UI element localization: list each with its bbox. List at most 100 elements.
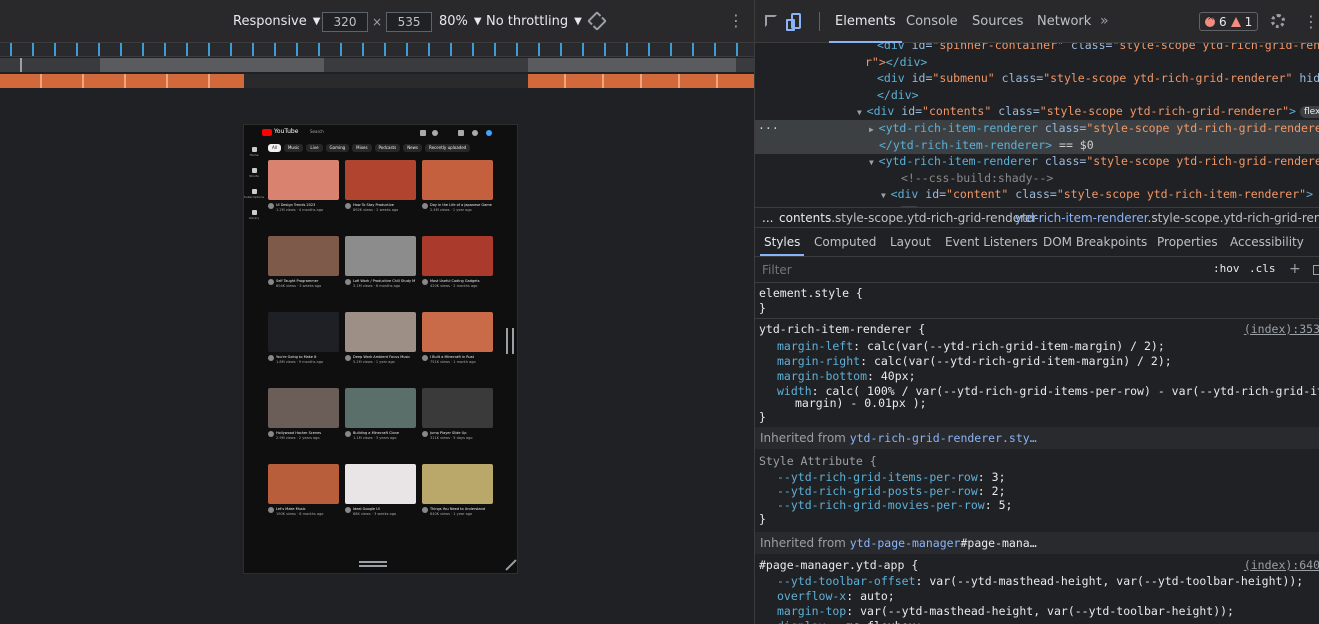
rotate-icon[interactable]: [587, 11, 607, 31]
video-thumbnail[interactable]: [345, 236, 416, 276]
rule-selector[interactable]: ytd-rich-item-renderer {: [759, 322, 1316, 336]
zoom-dropdown[interactable]: 80% ▼: [439, 14, 482, 29]
source-link[interactable]: (index):353: [1244, 322, 1319, 336]
video-thumbnail[interactable]: [268, 236, 339, 276]
breadcrumb-item-contents[interactable]: contents.style-scope.ytd-rich-grid-rende…: [779, 208, 1037, 227]
chip[interactable]: Gaming: [325, 144, 350, 152]
chip[interactable]: Music: [283, 144, 304, 152]
video-thumbnail[interactable]: [422, 160, 493, 200]
expand-arrow-icon[interactable]: ▶: [869, 125, 879, 134]
video-thumbnail[interactable]: [268, 388, 339, 428]
tab-layout[interactable]: Layout: [890, 228, 931, 256]
channel-avatar[interactable]: [422, 431, 428, 437]
css-declaration[interactable]: overflow-x: auto;: [777, 589, 895, 603]
throttling-dropdown[interactable]: No throttling ▼: [486, 14, 582, 29]
create-icon[interactable]: [458, 130, 464, 136]
filter-input[interactable]: [757, 260, 1202, 280]
tab-console[interactable]: Console: [906, 0, 958, 43]
height-input[interactable]: 535: [386, 12, 433, 32]
toggle-sidebar-icon[interactable]: [1313, 265, 1319, 275]
source-link[interactable]: (index):640: [1244, 558, 1319, 572]
css-declaration[interactable]: margin-left: calc(var(--ytd-rich-grid-it…: [777, 339, 1165, 353]
mic-icon[interactable]: [432, 130, 438, 136]
channel-avatar[interactable]: [268, 279, 274, 285]
hov-toggle[interactable]: :hov: [1213, 262, 1240, 275]
dom-node[interactable]: <div id="submenu" class="style-scope ytd…: [755, 70, 1319, 87]
new-rule-icon[interactable]: +: [1289, 261, 1301, 277]
ellipsis-menu[interactable]: ···: [758, 120, 779, 137]
video-card[interactable]: Most Useful Coding Gadgets 420K views · 2…: [422, 236, 493, 304]
video-thumbnail[interactable]: [422, 312, 493, 352]
breadcrumb-item-rich-item[interactable]: ytd-rich-item-renderer.style-scope.ytd-r…: [1015, 208, 1319, 227]
video-card[interactable]: You're Going to Make It 1.8M views · 9 mo…: [268, 312, 339, 380]
chip[interactable]: All: [268, 144, 281, 152]
device-toolbar-toggle-icon[interactable]: [786, 13, 801, 31]
video-card[interactable]: UI Design Trends 2023 1.2M views · 4 mont…: [268, 160, 339, 228]
channel-avatar[interactable]: [268, 355, 274, 361]
video-thumbnail[interactable]: [345, 312, 416, 352]
tab-elements[interactable]: Elements: [829, 0, 902, 43]
avatar[interactable]: [486, 130, 492, 136]
tab-accessibility[interactable]: Accessibility: [1230, 228, 1304, 256]
channel-avatar[interactable]: [345, 203, 351, 209]
mini-guide-item[interactable]: Home: [247, 145, 261, 163]
inspect-element-icon[interactable]: [765, 15, 777, 27]
tab-sources[interactable]: Sources: [972, 0, 1023, 43]
media-query-bar-min-max[interactable]: [0, 74, 754, 88]
video-thumbnail[interactable]: [422, 464, 493, 504]
channel-avatar[interactable]: [422, 355, 428, 361]
chip[interactable]: Podcasts: [374, 144, 401, 152]
media-query-bar-max-width[interactable]: [0, 43, 754, 57]
css-declaration[interactable]: --ytd-rich-grid-posts-per-row: 2;: [777, 484, 1006, 498]
video-card[interactable]: Hollywood Hacker Scenes 2.9M views · 2 ye…: [268, 388, 339, 456]
more-tabs-icon[interactable]: »: [1100, 0, 1109, 43]
dom-node[interactable]: <div id="spinner-container" class="style…: [755, 43, 1319, 54]
video-thumbnail[interactable]: [345, 388, 416, 428]
tab-network[interactable]: Network: [1037, 0, 1091, 43]
video-card[interactable]: Deep Work Ambient Focus Music 5.2M views …: [345, 312, 416, 380]
chip[interactable]: Live: [306, 144, 323, 152]
channel-avatar[interactable]: [268, 507, 274, 513]
video-thumbnail[interactable]: [422, 388, 493, 428]
breadcrumb-overflow[interactable]: ...: [762, 208, 773, 227]
tab-event-listeners[interactable]: Event Listeners: [945, 228, 1038, 256]
resize-handle-right[interactable]: [506, 328, 514, 354]
video-card[interactable]: Building a Minecraft Clone 1.1M views · 3…: [345, 388, 416, 456]
channel-avatar[interactable]: [422, 203, 428, 209]
tab-styles[interactable]: Styles: [759, 228, 805, 256]
dom-node[interactable]: ··· ▶ <ytd-rich-item-renderer class="styl…: [755, 120, 1319, 137]
expand-arrow-icon[interactable]: ▼: [881, 191, 891, 200]
dom-node[interactable]: ▼ <div id="content" class="style-scope y…: [755, 186, 1319, 203]
device-mode-dropdown[interactable]: Responsive ▼: [233, 14, 320, 29]
channel-avatar[interactable]: [268, 431, 274, 437]
tab-dom-breakpoints[interactable]: DOM Breakpoints: [1043, 228, 1147, 256]
video-card[interactable]: Jump Player Slide Up 311K views · 5 days …: [422, 388, 493, 456]
media-query-bar-min-width[interactable]: [0, 58, 754, 72]
chip[interactable]: Mixes: [352, 144, 372, 152]
dom-node[interactable]: r"></div>: [755, 54, 1319, 71]
video-thumbnail[interactable]: [268, 160, 339, 200]
mini-guide-item[interactable]: Subscriptions: [244, 187, 264, 205]
channel-avatar[interactable]: [268, 203, 274, 209]
emulated-device-viewport[interactable]: YouTube Search All Music Live Gaming Mixes Po…: [243, 124, 518, 574]
css-declaration[interactable]: display: -ms-flexbox;: [777, 619, 922, 624]
mini-guide-item[interactable]: Shorts: [247, 166, 261, 184]
channel-avatar[interactable]: [345, 279, 351, 285]
video-thumbnail[interactable]: [268, 312, 339, 352]
cls-toggle[interactable]: .cls: [1249, 262, 1276, 275]
chip[interactable]: News: [403, 144, 422, 152]
video-thumbnail[interactable]: [422, 236, 493, 276]
css-declaration[interactable]: --ytd-rich-grid-items-per-row: 3;: [777, 470, 1006, 484]
css-declaration[interactable]: --ytd-rich-grid-movies-per-row: 5;: [777, 498, 1012, 512]
css-declaration[interactable]: --ytd-toolbar-offset: var(--ytd-masthead…: [777, 574, 1303, 588]
video-thumbnail[interactable]: [268, 464, 339, 504]
channel-avatar[interactable]: [345, 355, 351, 361]
video-card[interactable]: Day in the Life of a Japanese Game Progr…: [422, 160, 493, 228]
video-card[interactable]: Self Taught Programmer 604K views · 3 wee…: [268, 236, 339, 304]
video-card[interactable]: Things You Need to Understand 640K views …: [422, 464, 493, 532]
issues-counter[interactable]: 6 1: [1199, 12, 1259, 31]
width-input[interactable]: 320: [322, 12, 368, 32]
gear-icon[interactable]: [1271, 14, 1285, 28]
youtube-logo-icon[interactable]: [262, 129, 272, 136]
more-options-icon[interactable]: ⋮: [1303, 12, 1319, 31]
